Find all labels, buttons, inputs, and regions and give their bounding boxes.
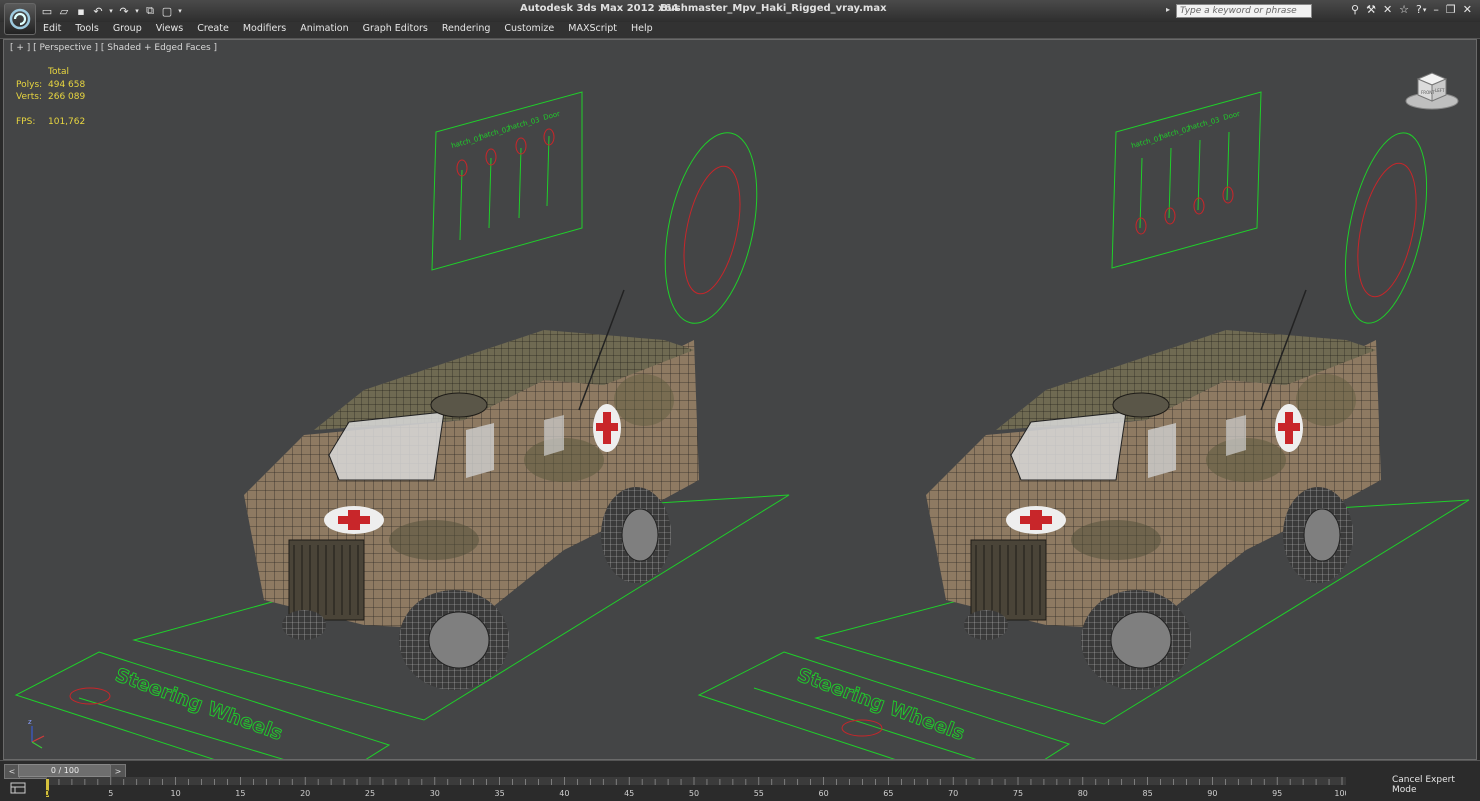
title-bar: ▭ ▱ ▪ ↶ ▾ ↷ ▾ ⧉ ▢ ▾ Autodesk 3ds Max 201… xyxy=(0,0,1480,23)
polys-label: Polys: xyxy=(16,79,43,90)
maximize-icon[interactable]: ▢ xyxy=(160,4,174,18)
hatch-03-label-right: hatch_03 xyxy=(1187,116,1220,132)
ruler-tick-label: 25 xyxy=(365,789,375,798)
ruler-tick-label: 30 xyxy=(430,789,440,798)
menu-rendering[interactable]: Rendering xyxy=(442,23,491,34)
quick-access-toolbar: ▭ ▱ ▪ ↶ ▾ ↷ ▾ ⧉ ▢ ▾ xyxy=(40,3,183,19)
restore-icon[interactable]: ❐ xyxy=(1446,3,1456,16)
ruler-tick-label: 20 xyxy=(300,789,310,798)
menu-create[interactable]: Create xyxy=(197,23,229,34)
ruler-tick-label: 40 xyxy=(559,789,569,798)
dropdown-icon[interactable]: ▾ xyxy=(177,4,183,18)
minimize-icon[interactable]: – xyxy=(1433,3,1439,16)
vehicle-model-right[interactable] xyxy=(925,289,1382,691)
menu-bar: Edit Tools Group Views Create Modifiers … xyxy=(0,22,1480,39)
app-title: Autodesk 3ds Max 2012 x64 xyxy=(520,3,679,14)
ruler-tick-label: 100 xyxy=(1334,789,1346,798)
help-dropdown-icon[interactable]: ▾ xyxy=(1423,6,1427,14)
menu-modifiers[interactable]: Modifiers xyxy=(243,23,286,34)
time-bar: < 0 / 100 > 5 10 15 20 25 30 35 40 45 50 55 60 65 70 7… xyxy=(0,760,1480,801)
left-scene: Steering Wheels hatch_01 hatch_02 hatch_… xyxy=(14,91,790,759)
menu-views[interactable]: Views xyxy=(156,23,184,34)
trackbar-icon[interactable] xyxy=(10,781,26,795)
ruler-tick-label: 45 xyxy=(624,789,634,798)
3ds-max-logo-icon[interactable] xyxy=(4,3,36,35)
ruler-tick-label: 80 xyxy=(1078,789,1088,798)
viewcube[interactable]: FRONT LEFT xyxy=(1404,67,1460,115)
favorites-icon[interactable]: ☆ xyxy=(1399,3,1409,16)
perspective-viewport[interactable]: Steering Wheels hatch_01 hatch_02 hatch_… xyxy=(3,39,1477,760)
menu-edit[interactable]: Edit xyxy=(43,23,61,34)
verts-label: Verts: xyxy=(16,92,42,102)
vehicle-model-left[interactable] xyxy=(243,289,700,691)
binoculars-icon[interactable]: ⚲ xyxy=(1351,3,1359,16)
ruler-tick-label: 50 xyxy=(689,789,699,798)
ruler-tick-label: 55 xyxy=(754,789,764,798)
menu-tools[interactable]: Tools xyxy=(75,23,98,34)
door-label-left: Door xyxy=(542,110,560,122)
right-scene: Steering Wheels hatch_01 hatch_02 hatch_… xyxy=(697,91,1470,759)
polys-value: 494 658 xyxy=(48,79,86,90)
fps-value: 101,762 xyxy=(48,116,86,127)
menu-help[interactable]: Help xyxy=(631,23,653,34)
ruler-tick-label: 70 xyxy=(948,789,958,798)
viewport-label[interactable]: [ + ] [ Perspective ] [ Shaded + Edged F… xyxy=(10,43,217,53)
help-icon[interactable]: ? xyxy=(1416,3,1422,16)
steering-label-right: Steering Wheels xyxy=(794,664,967,745)
hatch-03-label-left: hatch_03 xyxy=(507,116,540,132)
svg-text:z: z xyxy=(28,718,32,726)
subscription-icon[interactable]: ✕ xyxy=(1383,3,1392,16)
new-file-icon[interactable]: ▭ xyxy=(40,4,54,18)
door-label-right: Door xyxy=(1222,110,1240,122)
hatch-02-label-left: hatch_02 xyxy=(478,125,511,141)
viewcube-front-label: FRONT xyxy=(1421,90,1435,95)
search-input[interactable]: Type a keyword or phrase xyxy=(1176,4,1312,18)
ruler-tick-label: 90 xyxy=(1207,789,1217,798)
undo-dropdown-icon[interactable]: ▾ xyxy=(108,4,114,18)
search-arrow-icon[interactable]: ▸ xyxy=(1166,5,1170,14)
ruler-tick-label: 5 xyxy=(108,789,113,798)
axis-tripod-icon: z xyxy=(28,718,45,749)
window-controls: ⚲ ⚒ ✕ ☆ ? ▾ – ❐ ✕ xyxy=(1351,3,1472,16)
ruler-tick-label: 60 xyxy=(819,789,829,798)
ruler-tick-label: 0 xyxy=(46,789,50,798)
stats-total-label: Total xyxy=(48,67,70,77)
time-slider-thumb[interactable]: 0 / 100 xyxy=(18,764,112,777)
open-file-icon[interactable]: ▱ xyxy=(57,4,71,18)
ruler-tick-label: 75 xyxy=(1013,789,1023,798)
redo-icon[interactable]: ↷ xyxy=(117,4,131,18)
menu-customize[interactable]: Customize xyxy=(504,23,554,34)
project-icon[interactable]: ⧉ xyxy=(143,4,157,18)
ruler-tick-label: 35 xyxy=(495,789,505,798)
menu-maxscript[interactable]: MAXScript xyxy=(568,23,617,34)
viewport-scene: Steering Wheels hatch_01 hatch_02 hatch_… xyxy=(14,91,1470,759)
viewcube-left-label: LEFT xyxy=(1435,88,1445,93)
track-bar-ruler[interactable]: 5 10 15 20 25 30 35 40 45 50 55 60 65 70 75 80 85 90 95 10 0… xyxy=(46,777,1346,799)
file-title: Bushmaster_Mpv_Haki_Rigged_vray.max xyxy=(660,3,887,14)
ruler-tick-label: 65 xyxy=(883,789,893,798)
ruler-tick-label: 10 xyxy=(171,789,181,798)
save-icon[interactable]: ▪ xyxy=(74,4,88,18)
menu-group[interactable]: Group xyxy=(113,23,142,34)
cancel-expert-mode-button[interactable]: Cancel Expert Mode xyxy=(1392,775,1480,795)
statistics-overlay: Total Polys: 494 658 Verts: 266 089 FPS: 10… xyxy=(16,66,85,128)
ruler-tick-label: 95 xyxy=(1272,789,1282,798)
close-icon[interactable]: ✕ xyxy=(1463,3,1472,16)
steering-label-left: Steering Wheels xyxy=(112,664,285,745)
ruler-tick-label: 85 xyxy=(1143,789,1153,798)
menu-animation[interactable]: Animation xyxy=(300,23,348,34)
undo-icon[interactable]: ↶ xyxy=(91,4,105,18)
redo-dropdown-icon[interactable]: ▾ xyxy=(134,4,140,18)
menu-graph-editors[interactable]: Graph Editors xyxy=(363,23,428,34)
fps-label: FPS: xyxy=(16,116,36,127)
hatch-02-label-right: hatch_02 xyxy=(1158,125,1191,141)
verts-value: 266 089 xyxy=(48,92,86,102)
ruler-tick-label: 15 xyxy=(235,789,245,798)
tools-icon[interactable]: ⚒ xyxy=(1366,3,1376,16)
